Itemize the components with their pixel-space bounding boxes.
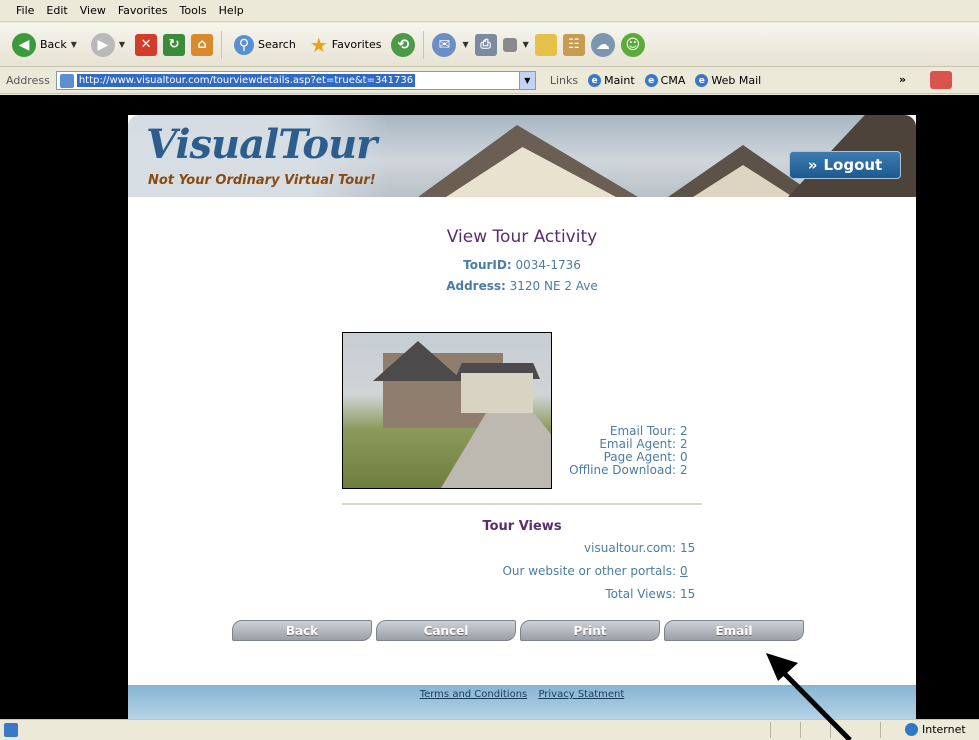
view-label: Total Views:	[605, 587, 676, 601]
mail-icon[interactable]: ✉	[432, 32, 457, 57]
link-label: Web Mail	[711, 74, 762, 87]
tour-id-value: 0034-1736	[515, 258, 581, 272]
security-zone: Internet	[905, 723, 966, 736]
history-icon[interactable]: ⟲	[391, 32, 416, 57]
logout-button[interactable]: » Logout	[789, 151, 901, 179]
dropdown-arrow-icon[interactable]: ▼	[119, 40, 125, 49]
address-value: 3120 NE 2 Ave	[509, 279, 598, 293]
back-button[interactable]: ◀ Back ▼	[8, 29, 81, 61]
menu-help[interactable]: Help	[213, 2, 250, 19]
tour-views-title: Tour Views	[482, 519, 562, 534]
web-page: VisualTour Not Your Ordinary Virtual Tou…	[128, 115, 916, 719]
back-label: Back	[40, 38, 67, 51]
research-icon[interactable]: ☷	[562, 33, 585, 56]
home-icon[interactable]: ⌂	[191, 33, 214, 56]
portal-views-link[interactable]: 0	[676, 560, 702, 583]
menu-edit[interactable]: Edit	[40, 2, 73, 19]
back-page-button[interactable]: Back	[232, 620, 372, 641]
dropdown-arrow-icon[interactable]: ▼	[523, 40, 529, 49]
menu-tools[interactable]: Tools	[174, 2, 213, 19]
view-label: Our website or other portals:	[502, 564, 676, 578]
search-icon: ⚲	[234, 34, 255, 55]
annotation-arrow-icon	[766, 653, 852, 740]
address-input[interactable]: http://www.visualtour.com/tourviewdetail…	[55, 71, 536, 90]
link-maint[interactable]: e Maint	[588, 74, 635, 87]
action-buttons: Back Cancel Print Email	[232, 620, 804, 641]
address-label: Address	[6, 74, 50, 87]
browser-toolbar: ◀ Back ▼ ▶ ▼ ✕ ↻ ⌂ ⚲ Search ★ Favorites …	[0, 23, 979, 67]
page-status-icon	[4, 723, 18, 737]
site-logo: VisualTour	[146, 121, 377, 168]
forward-button[interactable]: ▶ ▼	[87, 29, 129, 61]
link-cma[interactable]: e CMA	[644, 74, 686, 87]
forward-arrow-icon: ▶	[90, 32, 115, 57]
view-row: Total Views: 15	[428, 583, 702, 606]
messenger-icon[interactable]: ☁	[590, 32, 615, 57]
address-label: Address:	[446, 279, 506, 293]
address-line: Address: 3120 NE 2 Ave	[128, 279, 916, 293]
search-label: Search	[258, 38, 296, 51]
privacy-link[interactable]: Privacy Statment	[538, 689, 624, 700]
ie-icon: e	[588, 74, 602, 87]
dropdown-arrow-icon[interactable]: ▼	[71, 40, 77, 49]
star-icon: ★	[309, 32, 328, 57]
double-chevron-icon: »	[807, 156, 818, 174]
cancel-button[interactable]: Cancel	[376, 620, 516, 641]
stat-value: 2	[680, 463, 688, 477]
toolbar-separator	[221, 30, 223, 59]
links-label: Links	[549, 74, 579, 87]
logout-label: Logout	[823, 156, 883, 174]
tour-id-label: TourID:	[463, 258, 512, 272]
print-button[interactable]: Print	[520, 620, 660, 641]
zone-label: Internet	[922, 723, 966, 736]
translate-icon[interactable]	[930, 71, 952, 89]
links-overflow-icon[interactable]: »	[899, 73, 906, 86]
tour-id-line: TourID: 0034-1736	[128, 258, 916, 272]
address-dropdown-icon[interactable]: ▼	[518, 72, 535, 89]
back-arrow-icon: ◀	[12, 32, 36, 57]
view-value: 15	[680, 541, 696, 555]
link-label: Maint	[604, 74, 635, 87]
email-button[interactable]: Email	[664, 620, 804, 641]
stat-label: Offline Download:	[569, 463, 676, 477]
menu-bar: File Edit View Favorites Tools Help	[0, 0, 979, 22]
link-label: CMA	[660, 74, 686, 87]
link-web-mail[interactable]: e Web Mail	[695, 74, 761, 87]
activity-stats: Email Tour: 2 Email Agent: 2 Page Agent: 0 …	[508, 425, 698, 477]
links-bar: Links e Maint e CMA e Web Mail	[550, 74, 761, 87]
page-icon	[59, 73, 74, 88]
menu-favorites[interactable]: Favorites	[112, 2, 174, 19]
favorites-label: Favorites	[331, 38, 382, 51]
site-tagline: Not Your Ordinary Virtual Tour!	[148, 173, 376, 188]
photo-garage	[461, 373, 533, 413]
folder-icon[interactable]	[534, 33, 557, 56]
ie-icon: e	[644, 74, 658, 87]
view-value: 15	[680, 587, 696, 601]
favorites-button[interactable]: ★ Favorites	[306, 29, 386, 61]
page-title: View Tour Activity	[446, 227, 598, 247]
view-row: Our website or other portals: 0	[428, 560, 702, 583]
stop-icon[interactable]: ✕	[135, 33, 158, 56]
address-bar: Address http://www.visualtour.com/tourvi…	[0, 68, 979, 94]
people-icon[interactable]: ☺	[620, 32, 645, 57]
section-divider	[342, 503, 702, 505]
site-header: VisualTour Not Your Ordinary Virtual Tou…	[128, 115, 916, 197]
edit-icon[interactable]	[502, 37, 517, 52]
print-icon[interactable]: ⎙	[474, 33, 497, 56]
ie-icon: e	[695, 74, 709, 87]
view-label: visualtour.com:	[584, 541, 676, 555]
toolbar-separator	[423, 30, 425, 59]
globe-icon	[905, 723, 918, 736]
dropdown-arrow-icon[interactable]: ▼	[462, 40, 468, 49]
browser-viewport: VisualTour Not Your Ordinary Virtual Tou…	[0, 95, 979, 719]
stat-row: Offline Download: 2	[508, 464, 698, 477]
tour-views: visualtour.com: 15 Our website or other p…	[428, 537, 702, 606]
terms-link[interactable]: Terms and Conditions	[420, 689, 528, 700]
address-url[interactable]: http://www.visualtour.com/tourviewdetail…	[76, 74, 416, 87]
menu-file[interactable]: File	[10, 2, 40, 19]
search-button[interactable]: ⚲ Search	[230, 29, 300, 61]
view-row: visualtour.com: 15	[428, 537, 702, 560]
menu-view[interactable]: View	[74, 2, 112, 19]
refresh-icon[interactable]: ↻	[163, 33, 186, 56]
